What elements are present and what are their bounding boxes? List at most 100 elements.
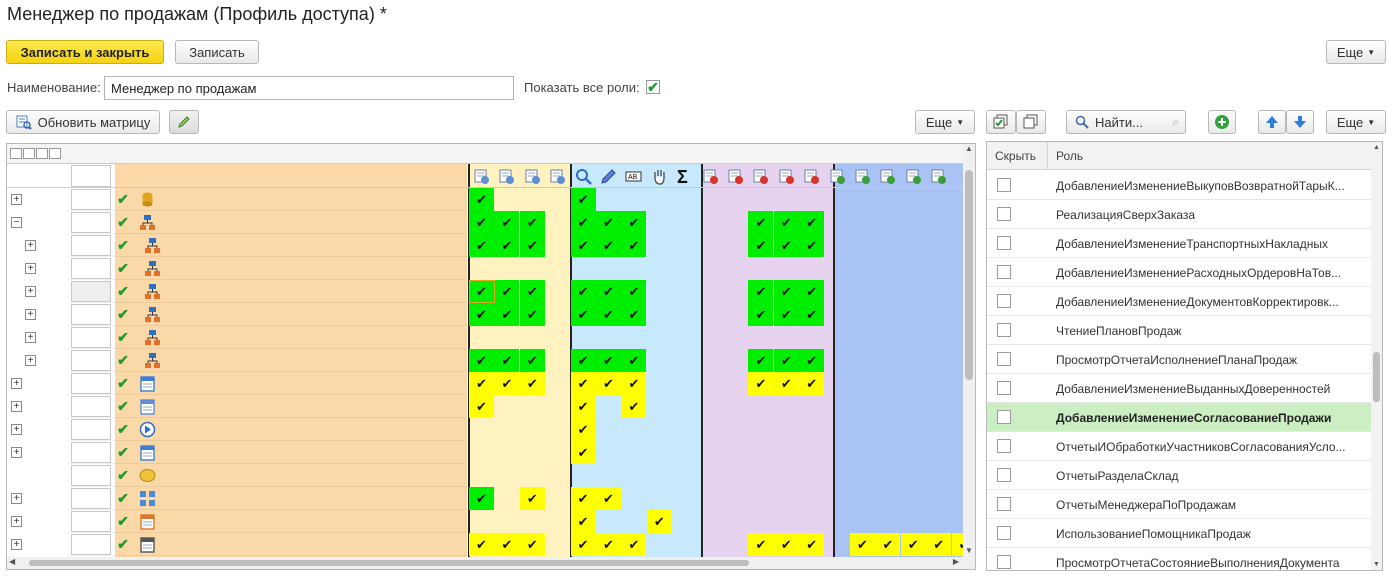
access-right-cell[interactable]: ✔ bbox=[570, 533, 596, 556]
hide-role-checkbox[interactable] bbox=[997, 497, 1011, 511]
hide-role-checkbox[interactable] bbox=[997, 526, 1011, 540]
scroll-left-icon[interactable]: ◀ bbox=[9, 557, 15, 566]
hide-role-checkbox[interactable] bbox=[997, 294, 1011, 308]
object-name[interactable] bbox=[164, 445, 406, 468]
move-down-button[interactable] bbox=[1286, 110, 1314, 134]
access-right-cell[interactable]: ✔ bbox=[596, 280, 621, 303]
access-right-cell[interactable]: ✔ bbox=[646, 510, 672, 533]
access-right-cell[interactable]: ✔ bbox=[799, 303, 825, 326]
access-right-cell[interactable]: ✔ bbox=[621, 395, 647, 418]
access-right-cell[interactable]: ✔ bbox=[570, 280, 596, 303]
access-right-cell[interactable]: ✔ bbox=[570, 188, 596, 211]
object-name[interactable] bbox=[164, 514, 406, 537]
access-right-cell[interactable]: ✔ bbox=[570, 372, 596, 395]
access-right-cell[interactable]: ✔ bbox=[773, 280, 799, 303]
object-name[interactable] bbox=[171, 284, 406, 307]
access-right-cell[interactable]: ✔ bbox=[596, 487, 621, 510]
hide-role-checkbox[interactable] bbox=[997, 555, 1011, 569]
access-right-cell[interactable]: ✔ bbox=[748, 211, 774, 234]
object-name[interactable] bbox=[171, 330, 406, 353]
hide-role-checkbox[interactable] bbox=[997, 323, 1011, 337]
access-right-cell[interactable]: ✔ bbox=[570, 349, 596, 372]
save-and-close-button[interactable]: Записать и закрыть bbox=[6, 40, 164, 64]
save-button[interactable]: Записать bbox=[175, 40, 259, 64]
access-right-cell[interactable]: ✔ bbox=[621, 533, 647, 556]
object-name[interactable] bbox=[164, 215, 406, 238]
role-column-header[interactable]: Роль bbox=[1056, 149, 1083, 163]
access-right-cell[interactable]: ✔ bbox=[570, 510, 596, 533]
access-right-cell[interactable]: ✔ bbox=[494, 349, 520, 372]
object-name[interactable] bbox=[164, 192, 406, 215]
role-row[interactable]: ОтчетыИОбработкиУчастниковСогласованияУс… bbox=[987, 432, 1372, 461]
roles-scroll-thumb[interactable] bbox=[1373, 352, 1380, 402]
access-right-cell[interactable]: ✔ bbox=[875, 533, 901, 556]
access-right-cell[interactable]: ✔ bbox=[519, 234, 545, 257]
access-right-cell[interactable]: ✔ bbox=[469, 349, 494, 372]
find-button[interactable]: Найти... ⌕ bbox=[1066, 110, 1186, 134]
level-button-4[interactable] bbox=[49, 148, 61, 159]
access-right-cell[interactable]: ✔ bbox=[621, 372, 647, 395]
access-right-cell[interactable]: ✔ bbox=[469, 303, 494, 326]
access-right-cell[interactable]: ✔ bbox=[519, 349, 545, 372]
role-row[interactable]: ОтчетыМенеджераПоПродажам bbox=[987, 490, 1372, 519]
access-right-cell[interactable]: ✔ bbox=[799, 280, 825, 303]
uncheck-all-button[interactable] bbox=[1016, 110, 1046, 134]
access-right-cell[interactable]: ✔ bbox=[748, 280, 774, 303]
expand-icon[interactable]: + bbox=[25, 309, 36, 320]
role-row[interactable]: ОтчетыРазделаСклад bbox=[987, 461, 1372, 490]
access-right-cell[interactable]: ✔ bbox=[799, 372, 825, 395]
move-up-button[interactable] bbox=[1258, 110, 1286, 134]
level-button-1[interactable] bbox=[10, 148, 22, 159]
level-button-3[interactable] bbox=[36, 148, 48, 159]
object-name[interactable] bbox=[164, 468, 406, 491]
access-right-cell[interactable]: ✔ bbox=[748, 349, 774, 372]
roles-more-button[interactable]: Еще ▼ bbox=[1326, 110, 1386, 134]
hide-role-checkbox[interactable] bbox=[997, 352, 1011, 366]
access-right-cell[interactable]: ✔ bbox=[494, 303, 520, 326]
role-row[interactable]: ДобавлениеИзменениеВыкуповВозвратнойТары… bbox=[987, 171, 1372, 200]
access-right-cell[interactable]: ✔ bbox=[926, 533, 952, 556]
access-right-cell[interactable]: ✔ bbox=[519, 533, 545, 556]
access-right-cell[interactable]: ✔ bbox=[519, 280, 545, 303]
expand-icon[interactable]: + bbox=[11, 516, 22, 527]
hide-role-checkbox[interactable] bbox=[997, 410, 1011, 424]
refresh-matrix-button[interactable]: Обновить матрицу bbox=[6, 110, 160, 134]
more-menu-button[interactable]: Еще ▼ bbox=[1326, 40, 1386, 64]
hide-role-checkbox[interactable] bbox=[997, 439, 1011, 453]
expand-icon[interactable]: + bbox=[11, 493, 22, 504]
scroll-up-icon[interactable]: ▲ bbox=[965, 144, 973, 153]
access-right-cell[interactable]: ✔ bbox=[494, 280, 520, 303]
access-right-cell[interactable]: ✔ bbox=[799, 234, 825, 257]
role-row[interactable]: ДобавлениеИзменениеВыданныхДоверенностей bbox=[987, 374, 1372, 403]
add-role-button[interactable] bbox=[1208, 110, 1236, 134]
check-all-button[interactable] bbox=[986, 110, 1016, 134]
roles-scroll-up-icon[interactable]: ▲ bbox=[1373, 144, 1380, 151]
access-right-cell[interactable]: ✔ bbox=[748, 303, 774, 326]
access-right-cell[interactable]: ✔ bbox=[570, 303, 596, 326]
access-right-cell[interactable]: ✔ bbox=[494, 533, 520, 556]
access-right-cell[interactable]: ✔ bbox=[570, 395, 596, 418]
access-right-cell[interactable]: ✔ bbox=[621, 303, 647, 326]
access-right-cell[interactable]: ✔ bbox=[469, 372, 494, 395]
access-right-cell[interactable]: ✔ bbox=[570, 234, 596, 257]
object-name[interactable] bbox=[171, 307, 406, 330]
hide-role-checkbox[interactable] bbox=[997, 381, 1011, 395]
scroll-down-icon[interactable]: ▼ bbox=[965, 546, 973, 555]
access-right-cell[interactable]: ✔ bbox=[596, 349, 621, 372]
access-right-cell[interactable]: ✔ bbox=[900, 533, 926, 556]
role-row[interactable]: ДобавлениеИзменениеРасходныхОрдеровНаТов… bbox=[987, 258, 1372, 287]
access-right-cell[interactable]: ✔ bbox=[469, 533, 494, 556]
access-right-cell[interactable]: ✔ bbox=[799, 533, 825, 556]
expand-icon[interactable]: + bbox=[25, 263, 36, 274]
role-row[interactable]: ИспользованиеПомощникаПродаж bbox=[987, 519, 1372, 548]
expand-icon[interactable]: + bbox=[25, 240, 36, 251]
cancel-search-icon[interactable]: ⌕ bbox=[1172, 115, 1179, 130]
access-right-cell[interactable]: ✔ bbox=[469, 188, 494, 211]
access-right-cell[interactable]: ✔ bbox=[596, 211, 621, 234]
access-right-cell[interactable]: ✔ bbox=[748, 234, 774, 257]
object-name[interactable] bbox=[164, 376, 406, 399]
access-right-cell[interactable]: ✔ bbox=[519, 303, 545, 326]
roles-scrollbar[interactable]: ▲ ▼ bbox=[1371, 142, 1382, 570]
access-right-cell[interactable]: ✔ bbox=[596, 533, 621, 556]
expand-icon[interactable]: + bbox=[11, 378, 22, 389]
